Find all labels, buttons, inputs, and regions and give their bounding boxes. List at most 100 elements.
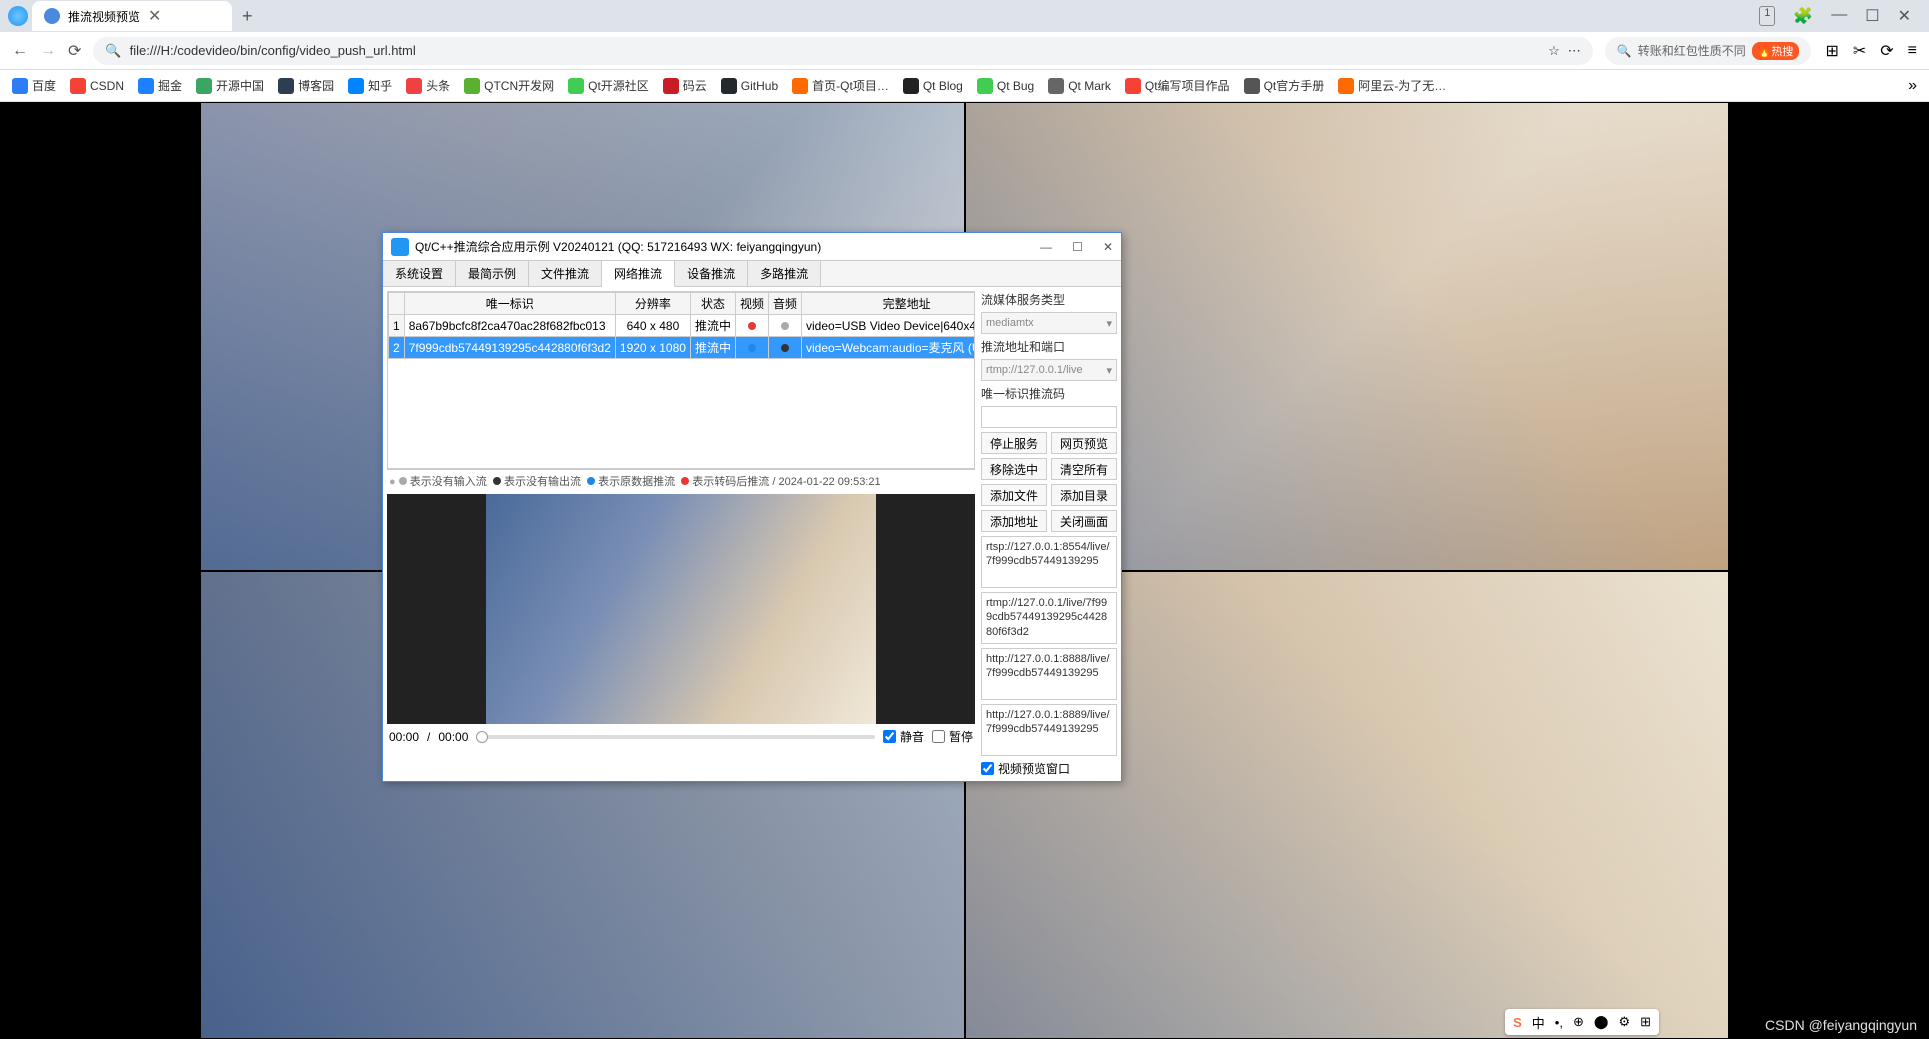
ime-item[interactable]: ⚙ [1618,1014,1630,1030]
bookmark-item[interactable]: CSDN [70,78,124,94]
extensions-icon[interactable]: 🧩 [1793,6,1813,26]
grid-icon[interactable]: ⊞ [1825,41,1838,61]
table-header[interactable] [389,293,405,315]
browser-tab[interactable]: 推流视频预览 ✕ [32,1,232,31]
bookmark-item[interactable]: Qt Mark [1048,78,1111,94]
bookmark-item[interactable]: QTCN开发网 [464,77,554,94]
panel-button[interactable]: 添加地址 [981,510,1047,532]
ime-toolbar[interactable]: S中•,⊕⬤⚙⊞ [1505,1009,1659,1035]
bookmark-item[interactable]: GitHub [721,78,778,94]
panel-button[interactable]: 停止服务 [981,432,1047,454]
table-header[interactable]: 分辨率 [615,293,690,315]
new-tab-button[interactable]: + [232,6,263,27]
page-content: Qt/C++推流综合应用示例 V20240121 (QQ: 517216493 … [0,102,1929,1039]
preview-checkbox[interactable]: 视频预览窗口 [981,760,1117,777]
hot-search-tag: 🔥热搜 [1752,42,1800,60]
player-controls: 00:00 / 00:00 静音 暂停 [387,724,975,749]
more-icon[interactable]: ⋯ [1568,43,1581,59]
badge-icon[interactable]: 1 [1759,6,1775,26]
app-tab[interactable]: 网络推流 [602,261,675,287]
url-box[interactable]: rtsp://127.0.0.1:8554/live/7f999cdb57449… [981,536,1117,588]
browser-tab-bar: 推流视频预览 ✕ + 1 🧩 — ☐ ✕ [0,0,1929,32]
app-tab[interactable]: 最简示例 [456,261,529,286]
bookmark-item[interactable]: Qt编写项目作品 [1125,77,1230,94]
table-header[interactable]: 音频 [768,293,801,315]
bookmark-item[interactable]: Qt开源社区 [568,77,649,94]
search-box[interactable]: 🔍 转账和红包性质不同 🔥热搜 [1605,37,1812,65]
maximize-icon[interactable]: ☐ [1865,6,1879,26]
bookmark-item[interactable]: 阿里云-为了无… [1338,77,1446,94]
side-panel: 流媒体服务类型mediamtx▾推流地址和端口rtmp://127.0.0.1/… [981,291,1117,777]
reload-icon[interactable]: ⟳ [68,41,81,61]
bookmarks-overflow-icon[interactable]: » [1908,77,1917,95]
app-minimize-icon[interactable]: — [1040,240,1052,254]
address-bar: ← → ⟳ 🔍 file:///H:/codevideo/bin/config/… [0,32,1929,70]
bookmark-item[interactable]: Qt Bug [977,78,1034,94]
panel-input[interactable] [981,406,1117,428]
bookmark-item[interactable]: 码云 [663,77,707,94]
table-header[interactable]: 视频 [735,293,768,315]
legend-bar: ● ● 表示没有输入流 ● 表示没有输出流 ● 表示原数据推流 ● 表示转码后推… [387,469,975,492]
window-close-icon[interactable]: ✕ [1898,6,1911,26]
table-header[interactable]: 完整地址 [802,293,976,315]
panel-button[interactable]: 添加目录 [1051,484,1117,506]
url-box[interactable]: http://127.0.0.1:8889/live/7f999cdb57449… [981,704,1117,756]
bookmark-item[interactable]: Qt官方手册 [1244,77,1325,94]
bookmark-item[interactable]: 开源中国 [196,77,264,94]
table-row[interactable]: 18a67b9bcfc8f2ca470ac28f682fbc013640 x 4… [389,315,976,337]
bookmark-item[interactable]: 掘金 [138,77,182,94]
undo-icon[interactable]: ⟳ [1880,41,1893,61]
search-placeholder: 转账和红包性质不同 [1638,42,1746,59]
table-header[interactable]: 唯一标识 [404,293,615,315]
table-header[interactable]: 状态 [690,293,735,315]
panel-button[interactable]: 移除选中 [981,458,1047,480]
search-icon: 🔍 [105,43,121,59]
ime-item[interactable]: ⊕ [1573,1014,1584,1030]
panel-button[interactable]: 网页预览 [1051,432,1117,454]
url-box[interactable]: http://127.0.0.1:8888/live/7f999cdb57449… [981,648,1117,700]
panel-input[interactable]: mediamtx▾ [981,312,1117,334]
panel-input[interactable]: rtmp://127.0.0.1/live▾ [981,359,1117,381]
url-input[interactable]: 🔍 file:///H:/codevideo/bin/config/video_… [93,37,1592,65]
bookmark-item[interactable]: 首页-Qt项目… [792,77,889,94]
panel-button[interactable]: 关闭画面 [1051,510,1117,532]
ime-item[interactable]: ⬤ [1594,1014,1609,1030]
app-tab[interactable]: 系统设置 [383,261,456,286]
ime-item[interactable]: ⊞ [1640,1014,1651,1030]
video-preview[interactable] [387,494,975,724]
close-tab-icon[interactable]: ✕ [148,6,161,26]
ime-item[interactable]: 中 [1532,1013,1545,1032]
app-tab[interactable]: 多路推流 [748,261,821,286]
app-titlebar[interactable]: Qt/C++推流综合应用示例 V20240121 (QQ: 517216493 … [383,233,1121,261]
app-tab[interactable]: 设备推流 [675,261,748,286]
bookmark-item[interactable]: 头条 [406,77,450,94]
scissors-icon[interactable]: ✂ [1853,41,1866,61]
black-bar-left [0,102,200,1039]
back-icon[interactable]: ← [12,42,28,60]
app-title-text: Qt/C++推流综合应用示例 V20240121 (QQ: 517216493 … [415,238,821,255]
search-icon: 🔍 [1617,44,1632,58]
minimize-icon[interactable]: — [1831,6,1847,26]
url-box[interactable]: rtmp://127.0.0.1/live/7f999cdb5744913929… [981,592,1117,644]
bookmark-item[interactable]: 知乎 [348,77,392,94]
star-icon[interactable]: ☆ [1548,43,1560,59]
forward-icon[interactable]: → [40,42,56,60]
globe-icon [44,8,60,24]
mute-checkbox[interactable]: 静音 [883,728,924,745]
bookmark-item[interactable]: Qt Blog [903,78,963,94]
app-maximize-icon[interactable]: ☐ [1072,240,1083,254]
app-close-icon[interactable]: ✕ [1103,240,1113,254]
black-bar-right [1729,102,1929,1039]
bookmark-item[interactable]: 博客园 [278,77,334,94]
pause-checkbox[interactable]: 暂停 [932,728,973,745]
app-tab[interactable]: 文件推流 [529,261,602,286]
panel-button[interactable]: 添加文件 [981,484,1047,506]
panel-button[interactable]: 清空所有 [1051,458,1117,480]
stream-table[interactable]: 唯一标识分辨率状态视频音频完整地址18a67b9bcfc8f2ca470ac28… [387,291,975,469]
bookmark-item[interactable]: 百度 [12,77,56,94]
seek-slider[interactable] [476,735,875,739]
table-row[interactable]: 27f999cdb57449139295c442880f6f3d21920 x … [389,337,976,359]
ime-item[interactable]: •, [1555,1015,1563,1030]
app-icon [391,238,409,256]
menu-icon[interactable]: ≡ [1908,42,1917,60]
